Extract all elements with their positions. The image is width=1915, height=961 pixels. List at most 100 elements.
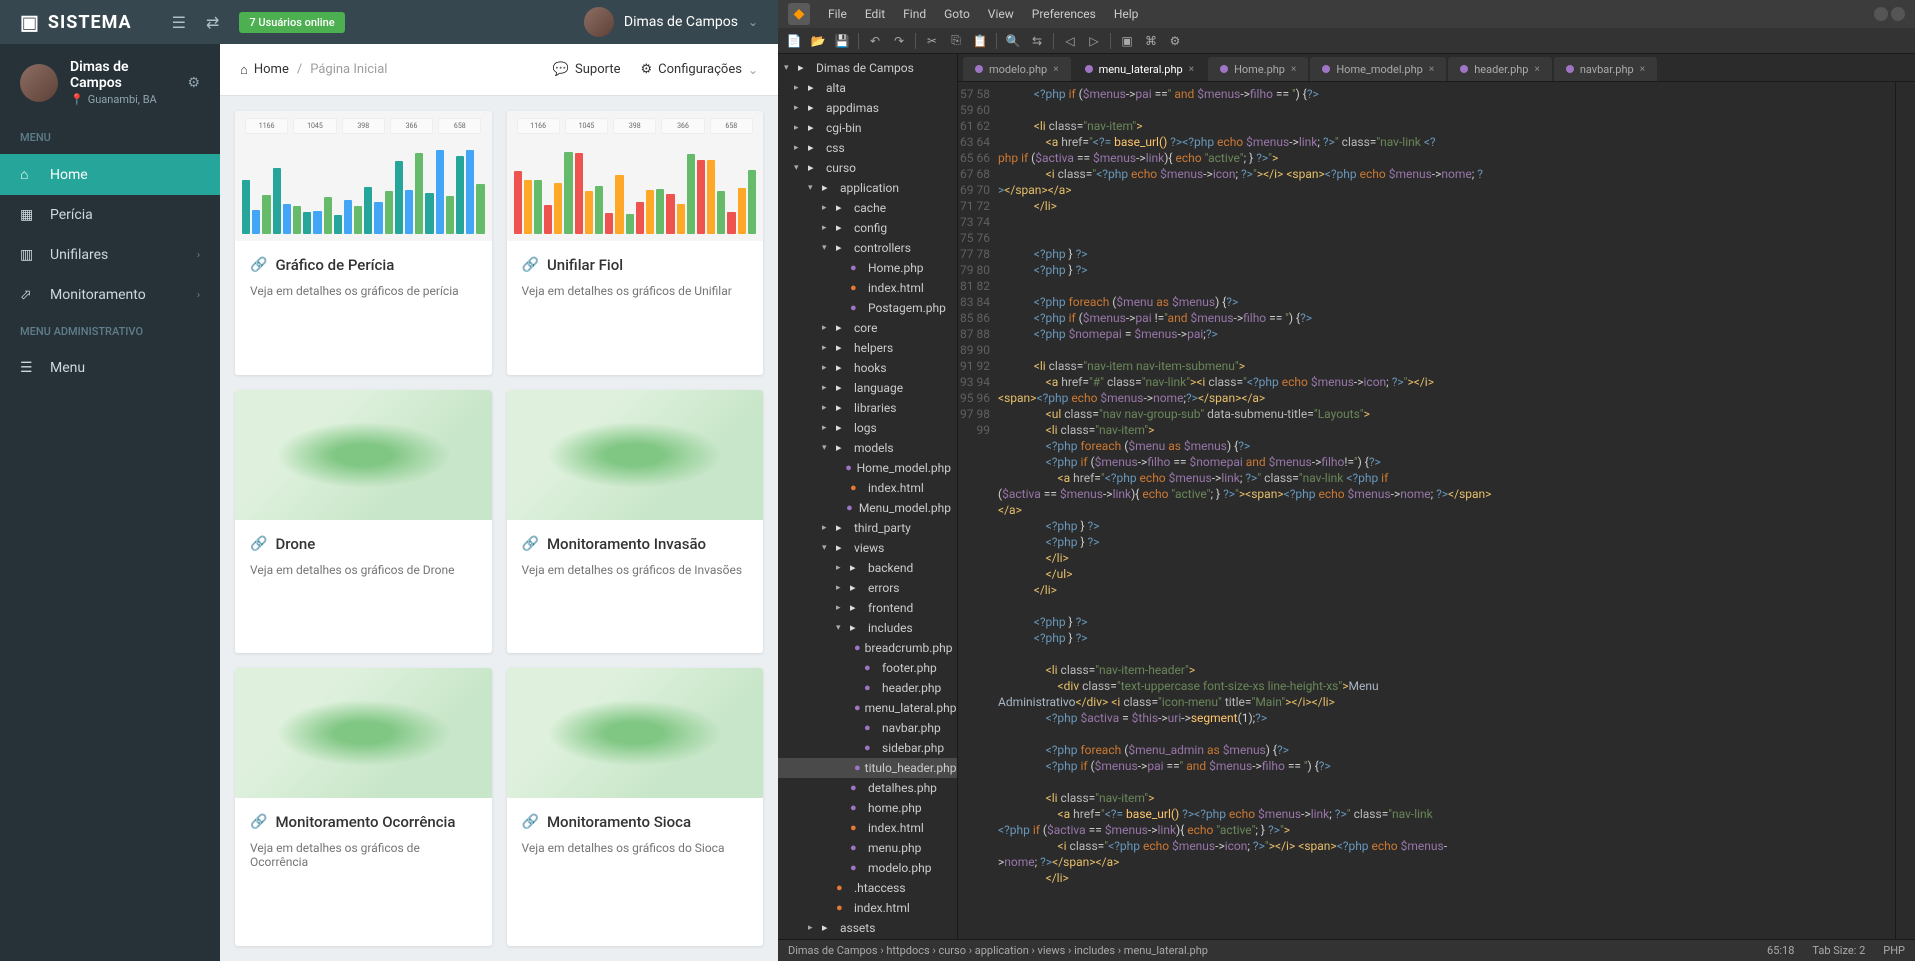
maximize-button[interactable] <box>1891 7 1905 21</box>
tree-root[interactable]: ▾▸Dimas de Campos <box>778 58 957 78</box>
close-icon[interactable]: × <box>1640 64 1645 75</box>
tree-item[interactable]: ▾▸application <box>778 178 957 198</box>
tree-item[interactable]: ▸▸helpers <box>778 338 957 358</box>
menu-help[interactable]: Help <box>1114 7 1139 21</box>
dashboard-card[interactable]: 🔗DroneVeja em detalhes os gráficos de Dr… <box>235 390 492 654</box>
menu-toggle-icon[interactable]: ☰ <box>172 13 186 32</box>
tree-item[interactable]: ▾▸controllers <box>778 238 957 258</box>
dashboard-card[interactable]: 🔗Monitoramento InvasãoVeja em detalhes o… <box>507 390 764 654</box>
menu-preferences[interactable]: Preferences <box>1032 7 1096 21</box>
paste-icon[interactable]: 📋 <box>969 31 991 51</box>
online-badge[interactable]: 7 Usuários online <box>239 12 344 33</box>
tab-Home.php[interactable]: Home.php× <box>1208 57 1308 81</box>
sidebar-item-pericia[interactable]: ▦Perícia <box>0 195 220 235</box>
tree-item[interactable]: ▸▸cache <box>778 198 957 218</box>
sync-icon[interactable]: ⇄ <box>206 13 219 32</box>
tree-item[interactable]: ●breadcrumb.php <box>778 638 957 658</box>
tree-item[interactable]: ▸▸core <box>778 318 957 338</box>
next-icon[interactable]: ▷ <box>1083 31 1105 51</box>
sublime-logo-icon[interactable]: ◆ <box>788 3 810 25</box>
breadcrumb-home[interactable]: ⌂Home <box>240 62 289 78</box>
menu-view[interactable]: View <box>988 7 1014 21</box>
tree-item[interactable]: ●index.html <box>778 278 957 298</box>
tree-item[interactable]: ●index.html <box>778 818 957 838</box>
terminal-icon[interactable]: ⌘ <box>1140 31 1162 51</box>
tree-item[interactable]: ●titulo_header.php <box>778 758 957 778</box>
file-tree[interactable]: ▾▸Dimas de Campos▸▸alta▸▸appdimas▸▸cgi-b… <box>778 54 958 939</box>
sidebar-item-unifilares[interactable]: ▥Unifilares› <box>0 235 220 275</box>
minimap[interactable] <box>1895 82 1915 939</box>
tab-menu_lateral.php[interactable]: menu_lateral.php× <box>1073 57 1207 81</box>
tab-Home_model.php[interactable]: Home_model.php× <box>1310 57 1446 81</box>
tree-item[interactable]: ●header.php <box>778 678 957 698</box>
prev-icon[interactable]: ◁ <box>1059 31 1081 51</box>
tree-item[interactable]: ▸▸appdimas <box>778 98 957 118</box>
tree-item[interactable]: ●index.html <box>778 898 957 918</box>
dashboard-card[interactable]: 🔗Monitoramento OcorrênciaVeja em detalhe… <box>235 668 492 946</box>
gear-icon[interactable]: ⚙ <box>187 75 200 91</box>
tree-item[interactable]: ●.htaccess <box>778 878 957 898</box>
profile-avatar[interactable] <box>20 64 58 102</box>
tree-item[interactable]: ▸▸language <box>778 378 957 398</box>
tree-item[interactable]: ▸▸frontend <box>778 598 957 618</box>
tree-item[interactable]: ▸▸config <box>778 218 957 238</box>
tab-navbar.php[interactable]: navbar.php× <box>1554 57 1657 81</box>
tree-item[interactable]: ▾▸views <box>778 538 957 558</box>
tree-item[interactable]: ●Menu_model.php <box>778 498 957 518</box>
close-icon[interactable]: × <box>1429 64 1434 75</box>
tree-item[interactable]: ●detalhes.php <box>778 778 957 798</box>
status-position[interactable]: 65:18 <box>1767 944 1794 957</box>
undo-icon[interactable]: ↶ <box>864 31 886 51</box>
close-icon[interactable]: × <box>1053 64 1058 75</box>
avatar[interactable] <box>584 7 614 37</box>
copy-icon[interactable]: ⎘ <box>945 31 967 51</box>
tree-item[interactable]: ●footer.php <box>778 658 957 678</box>
tree-item[interactable]: ▾▸curso <box>778 158 957 178</box>
tree-item[interactable]: ▸▸assets <box>778 918 957 938</box>
tree-item[interactable]: ▸▸libraries <box>778 398 957 418</box>
support-link[interactable]: 💬Suporte <box>553 62 621 77</box>
save-icon[interactable]: 💾 <box>831 31 853 51</box>
sidebar-item-menu[interactable]: ☰Menu <box>0 348 220 388</box>
new-file-icon[interactable]: 📄 <box>783 31 805 51</box>
replace-icon[interactable]: ⇆ <box>1026 31 1048 51</box>
tree-item[interactable]: ▸▸logs <box>778 418 957 438</box>
dashboard-card[interactable]: 🔗Monitoramento SiocaVeja em detalhes os … <box>507 668 764 946</box>
close-icon[interactable]: × <box>1189 64 1194 75</box>
tree-item[interactable]: ●navbar.php <box>778 718 957 738</box>
menu-goto[interactable]: Goto <box>944 7 970 21</box>
close-icon[interactable]: × <box>1534 64 1539 75</box>
tree-item[interactable]: ●modelo.php <box>778 858 957 878</box>
tree-item[interactable]: ●menu.php <box>778 838 957 858</box>
settings-icon[interactable]: ⚙ <box>1164 31 1186 51</box>
tab-header.php[interactable]: header.php× <box>1448 57 1552 81</box>
tree-item[interactable]: ●index.html <box>778 478 957 498</box>
tab-modelo.php[interactable]: modelo.php× <box>963 57 1071 81</box>
tree-item[interactable]: ●home.php <box>778 798 957 818</box>
tree-item[interactable]: ▸▸css <box>778 138 957 158</box>
tree-item[interactable]: ●Postagem.php <box>778 298 957 318</box>
status-language[interactable]: PHP <box>1883 944 1905 957</box>
tree-item[interactable]: ▸▸backend <box>778 558 957 578</box>
tree-item[interactable]: ●menu_lateral.php <box>778 698 957 718</box>
code-content[interactable]: <?php if ($menus->pai =='' and $menus->f… <box>998 82 1895 939</box>
tree-item[interactable]: ▾▸models <box>778 438 957 458</box>
chevron-down-icon[interactable]: ⌄ <box>748 15 758 29</box>
tree-item[interactable]: ▸▸errors <box>778 578 957 598</box>
status-tabsize[interactable]: Tab Size: 2 <box>1812 944 1865 957</box>
tree-item[interactable]: ▾▸includes <box>778 618 957 638</box>
open-file-icon[interactable]: 📂 <box>807 31 829 51</box>
menu-edit[interactable]: Edit <box>865 7 885 21</box>
cut-icon[interactable]: ✂ <box>921 31 943 51</box>
tree-item[interactable]: ●sidebar.php <box>778 738 957 758</box>
menu-find[interactable]: Find <box>903 7 926 21</box>
settings-link[interactable]: ⚙Configurações ⌄ <box>641 62 759 77</box>
tree-item[interactable]: ▸▸hooks <box>778 358 957 378</box>
console-icon[interactable]: ▣ <box>1116 31 1138 51</box>
dashboard-card[interactable]: 11661045398366658🔗Unifilar FiolVeja em d… <box>507 111 764 375</box>
search-icon[interactable]: 🔍 <box>1002 31 1024 51</box>
tree-item[interactable]: ●Home.php <box>778 258 957 278</box>
sidebar-item-monitoramento[interactable]: ⬀Monitoramento› <box>0 275 220 315</box>
menu-file[interactable]: File <box>828 7 847 21</box>
tree-item[interactable]: ▸▸alta <box>778 78 957 98</box>
